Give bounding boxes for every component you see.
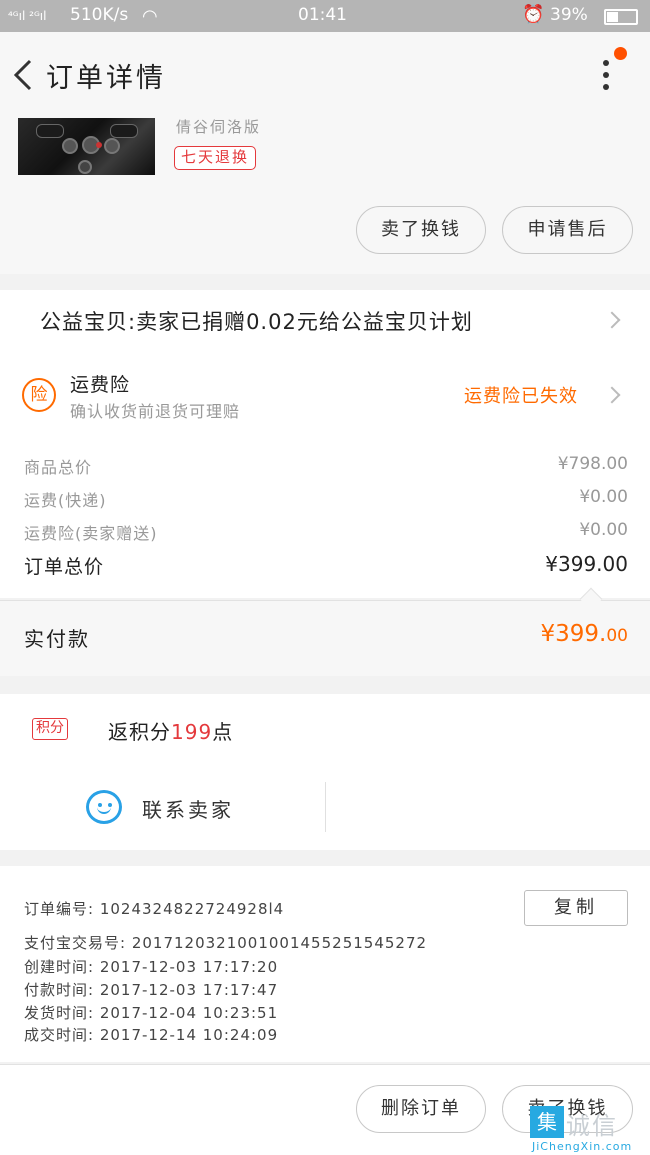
actual-payment-row: 实付款 ¥399.00 (0, 600, 650, 676)
charity-row[interactable]: 公益宝贝:卖家已捐赠0.02元给公益宝贝计划 (0, 290, 650, 350)
seven-day-return-badge: 七天退换 (174, 146, 257, 170)
points-text: 返积分199点 (108, 720, 234, 744)
order-total-label: 订单总价 (24, 556, 105, 578)
shipped-time: 发货时间: 2017-12-04 10:23:51 (24, 1004, 279, 1022)
nav-bar: 订单详情 (0, 32, 650, 116)
order-info-section: 订单编号: 1024324822724928l4 复制 支付宝交易号: 2017… (0, 866, 650, 1062)
order-total-value: ¥399.00 (545, 552, 628, 576)
product-spec: 倩谷伺洛版 (176, 118, 262, 136)
clock: 01:41 (298, 5, 347, 25)
fee-label: 商品总价 (24, 458, 93, 477)
signal-indicator: ⁴ᴳıl ²ᴳıl (8, 9, 47, 23)
points-contact-section: 积分 返积分199点 联系卖家 (0, 694, 650, 850)
actual-payment-amount: ¥399.00 (540, 621, 629, 647)
shipping-insurance-row[interactable]: 险 运费险 确认收货前退货可理赔 运费险已失效 (0, 350, 650, 440)
fee-label: 运费(快递) (24, 491, 107, 510)
contact-seller-button[interactable]: 联系卖家 (142, 794, 234, 823)
insurance-status: 运费险已失效 (464, 386, 578, 407)
insurance-description: 确认收货前退货可理赔 (70, 402, 241, 421)
order-number: 订单编号: 1024324822724928l4 (24, 900, 285, 918)
page-title: 订单详情 (46, 63, 166, 94)
watermark-logo: 集 诚信 JiChengXin.com (530, 1104, 648, 1154)
back-arrow-icon[interactable] (10, 58, 40, 92)
notification-dot (614, 47, 627, 60)
created-time: 创建时间: 2017-12-03 17:17:20 (24, 958, 279, 976)
product-thumbnail[interactable] (18, 118, 155, 175)
delete-order-button[interactable]: 删除订单 (356, 1085, 486, 1133)
copy-button[interactable]: 复制 (524, 890, 628, 926)
insurance-title: 运费险 (70, 374, 131, 396)
paid-time: 付款时间: 2017-12-03 17:17:47 (24, 981, 279, 999)
actual-payment-label: 实付款 (24, 627, 90, 651)
battery-percent: 39% (550, 5, 588, 25)
alipay-trade-number: 支付宝交易号: 2017120321001001455251545272 (24, 934, 428, 952)
wifi-icon: ◠ (142, 6, 158, 27)
divider (325, 782, 326, 832)
sell-for-cash-button[interactable]: 卖了换钱 (356, 206, 486, 254)
insurance-icon: 险 (22, 378, 56, 412)
chevron-right-icon (603, 311, 621, 329)
alarm-icon: ⏰ (522, 4, 545, 25)
more-menu-icon[interactable] (596, 58, 616, 94)
fee-label: 运费险(卖家赠送) (24, 524, 158, 543)
points-badge: 积分 (32, 718, 68, 740)
status-bar: ⁴ᴳıl ²ᴳıl 510K/s ◠ 01:41 ⏰ 39% (0, 0, 650, 32)
fee-value: ¥0.00 (579, 520, 628, 540)
fee-value: ¥798.00 (557, 454, 628, 474)
charity-text: 公益宝贝:卖家已捐赠0.02元给公益宝贝计划 (40, 310, 473, 334)
price-breakdown: 商品总价 ¥798.00 运费(快递) ¥0.00 运费险(卖家赠送) ¥0.0… (0, 440, 650, 598)
completed-time: 成交时间: 2017-12-14 10:24:09 (24, 1026, 279, 1044)
chat-smiley-icon[interactable] (86, 790, 122, 824)
battery-icon (604, 9, 638, 25)
product-card: 倩谷伺洛版 七天退换 卖了换钱 申请售后 (0, 116, 650, 274)
network-speed: 510K/s (70, 5, 129, 25)
request-after-sales-button[interactable]: 申请售后 (502, 206, 633, 254)
chevron-right-icon (603, 386, 621, 404)
fee-value: ¥0.00 (579, 487, 628, 507)
